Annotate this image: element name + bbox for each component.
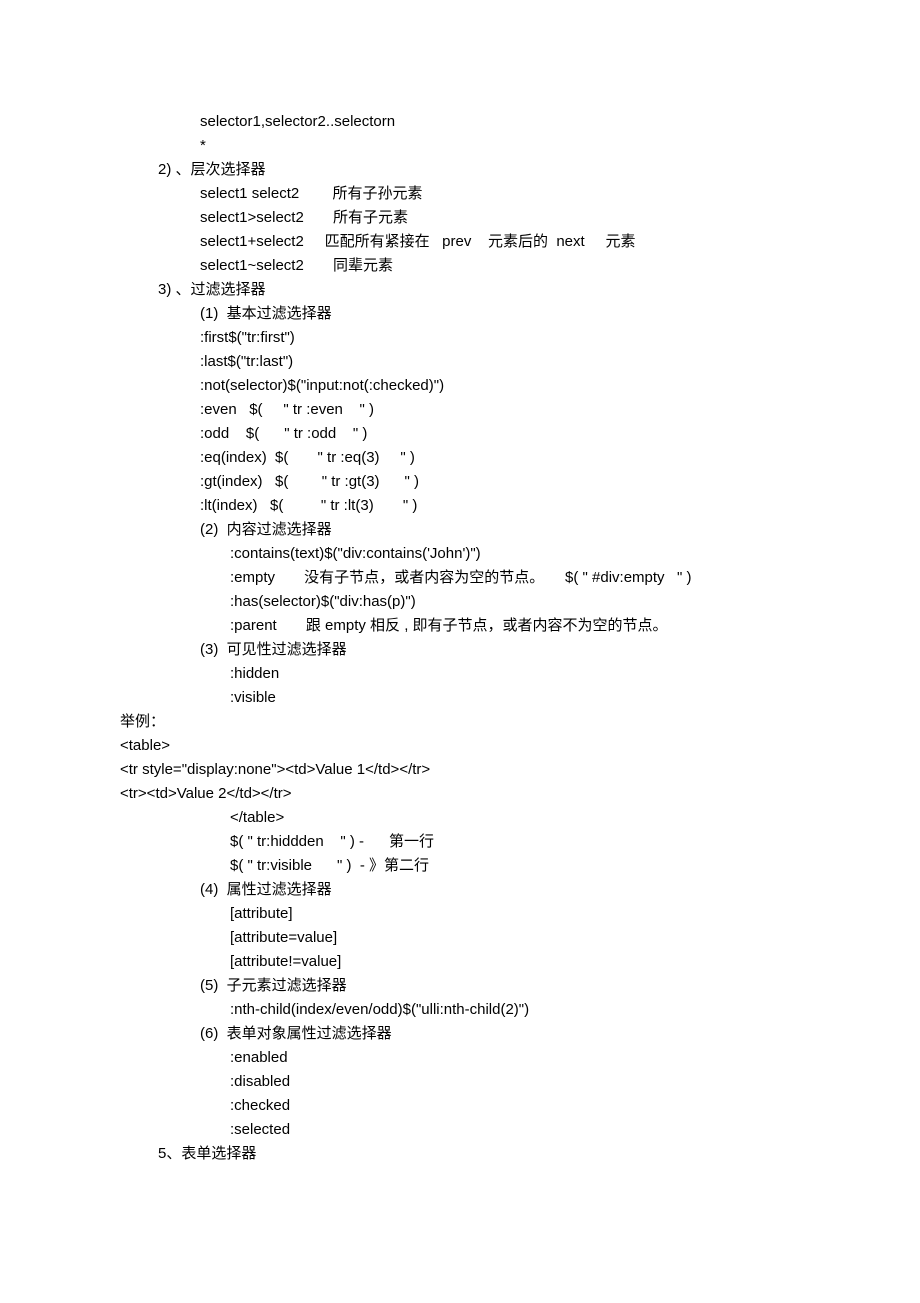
text-line: <table> [60, 734, 860, 758]
text-line: (4) 属性过滤选择器 [60, 878, 860, 902]
text-line: (1) 基本过滤选择器 [60, 302, 860, 326]
text-line: :last$("tr:last") [60, 350, 860, 374]
text-line: :gt(index) $( " tr :gt(3) " ) [60, 470, 860, 494]
text-line: :enabled [60, 1046, 860, 1070]
text-line: select1+select2 匹配所有紧接在 prev 元素后的 next 元… [60, 230, 860, 254]
text-line: <tr style="display:none"><td>Value 1</td… [60, 758, 860, 782]
text-line: :contains(text)$("div:contains('John')") [60, 542, 860, 566]
text-line: :first$("tr:first") [60, 326, 860, 350]
text-line: [attribute=value] [60, 926, 860, 950]
text-line: :has(selector)$("div:has(p)") [60, 590, 860, 614]
text-line: :parent 跟 empty 相反 , 即有子节点，或者内容不为空的节点。 [60, 614, 860, 638]
text-line: (5) 子元素过滤选择器 [60, 974, 860, 998]
text-line: 3) 、过滤选择器 [60, 278, 860, 302]
text-line: 举例： [60, 710, 860, 734]
text-line: :hidden [60, 662, 860, 686]
text-line: $( " tr:hiddden " ) - 第一行 [60, 830, 860, 854]
text-line: :nth-child(index/even/odd)$("ulli:nth-ch… [60, 998, 860, 1022]
text-line: selector1,selector2..selectorn [60, 110, 860, 134]
document-page: selector1,selector2..selectorn*2) 、层次选择器… [0, 0, 920, 1226]
text-line: </table> [60, 806, 860, 830]
text-line: :empty 没有子节点，或者内容为空的节点。 $( " #div:empty … [60, 566, 860, 590]
text-line: :checked [60, 1094, 860, 1118]
text-line: select1>select2 所有子元素 [60, 206, 860, 230]
text-line: :lt(index) $( " tr :lt(3) " ) [60, 494, 860, 518]
text-line: <tr><td>Value 2</td></tr> [60, 782, 860, 806]
text-line: :even $( " tr :even " ) [60, 398, 860, 422]
text-line: 5、表单选择器 [60, 1142, 860, 1166]
text-line: :odd $( " tr :odd " ) [60, 422, 860, 446]
text-line: $( " tr:visible " ) - 》第二行 [60, 854, 860, 878]
text-line: [attribute] [60, 902, 860, 926]
text-line: :eq(index) $( " tr :eq(3) " ) [60, 446, 860, 470]
text-line: 2) 、层次选择器 [60, 158, 860, 182]
text-line: select1 select2 所有子孙元素 [60, 182, 860, 206]
text-line: :disabled [60, 1070, 860, 1094]
text-line: (2) 内容过滤选择器 [60, 518, 860, 542]
text-line: select1~select2 同辈元素 [60, 254, 860, 278]
text-line: :not(selector)$("input:not(:checked)") [60, 374, 860, 398]
text-line: :selected [60, 1118, 860, 1142]
text-line: :visible [60, 686, 860, 710]
text-line: (3) 可见性过滤选择器 [60, 638, 860, 662]
text-line: (6) 表单对象属性过滤选择器 [60, 1022, 860, 1046]
text-line: * [60, 134, 860, 158]
text-line: [attribute!=value] [60, 950, 860, 974]
